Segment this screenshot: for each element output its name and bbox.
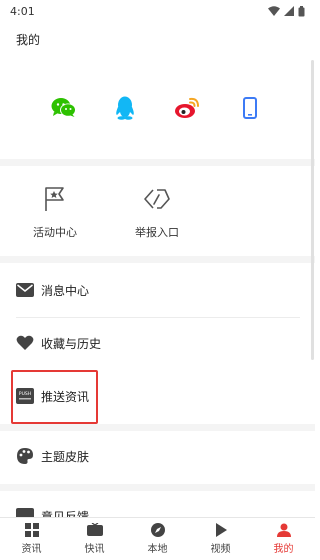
report-entry-label: 举报入口 xyxy=(135,226,179,239)
weibo-login-button[interactable] xyxy=(171,92,203,124)
report-icon xyxy=(144,189,170,209)
menu-item-messages[interactable]: 消息中心 xyxy=(0,264,315,316)
tab-label: 资讯 xyxy=(21,544,42,555)
status-bar: 4:01 xyxy=(0,0,315,22)
scrollbar[interactable] xyxy=(311,60,314,360)
tv-icon xyxy=(86,523,103,536)
qq-login-button[interactable] xyxy=(109,92,141,124)
battery-icon xyxy=(298,5,305,16)
user-icon xyxy=(276,523,291,537)
compass-icon xyxy=(150,523,165,537)
phone-icon xyxy=(243,97,257,119)
tab-video[interactable]: 视频 xyxy=(189,518,252,560)
menu-item-favorites-history[interactable]: 收藏与历史 xyxy=(0,317,315,369)
menu-label: 消息中心 xyxy=(41,283,90,298)
page-title: 我的 xyxy=(16,33,41,47)
menu-label: 收藏与历史 xyxy=(41,336,102,351)
section-gap xyxy=(0,159,315,166)
activity-center-button[interactable]: 活动中心 xyxy=(10,186,100,240)
qq-icon xyxy=(116,96,134,120)
login-options xyxy=(0,92,315,124)
bottom-tab-bar: 资讯 快讯 本地 视频 我的 xyxy=(0,517,315,560)
signal-icon xyxy=(284,6,294,16)
menu-item-theme-skin[interactable]: 主题皮肤 xyxy=(0,430,315,482)
tab-flash-news[interactable]: 快讯 xyxy=(63,518,126,560)
report-entry-button[interactable]: 举报入口 xyxy=(112,186,202,240)
weibo-icon xyxy=(175,97,199,118)
tab-news[interactable]: 资讯 xyxy=(0,518,63,560)
tab-label: 快讯 xyxy=(84,544,105,555)
section-gap xyxy=(0,256,315,263)
tab-label: 我的 xyxy=(273,544,294,555)
wechat-login-button[interactable] xyxy=(48,92,80,124)
tab-local[interactable]: 本地 xyxy=(126,518,189,560)
play-icon xyxy=(215,523,227,537)
mail-icon xyxy=(16,281,34,299)
menu-label: 主题皮肤 xyxy=(41,449,90,464)
phone-login-button[interactable] xyxy=(234,92,266,124)
status-icons xyxy=(268,5,305,17)
activity-center-label: 活动中心 xyxy=(33,226,77,239)
tab-label: 视频 xyxy=(210,544,231,555)
menu-item-push-news[interactable]: PUSH 推送资讯 xyxy=(0,370,315,422)
grid-icon xyxy=(24,523,39,537)
palette-icon xyxy=(16,447,34,465)
menu-label: 推送资讯 xyxy=(41,389,90,404)
status-time: 4:01 xyxy=(10,4,35,18)
push-icon: PUSH xyxy=(16,387,34,405)
tab-mine[interactable]: 我的 xyxy=(252,518,315,560)
flag-icon xyxy=(45,187,64,211)
wechat-icon xyxy=(51,98,76,117)
wifi-icon xyxy=(268,6,280,16)
tab-label: 本地 xyxy=(147,544,168,555)
heart-icon xyxy=(16,334,34,352)
push-icon-text: PUSH xyxy=(19,391,31,397)
